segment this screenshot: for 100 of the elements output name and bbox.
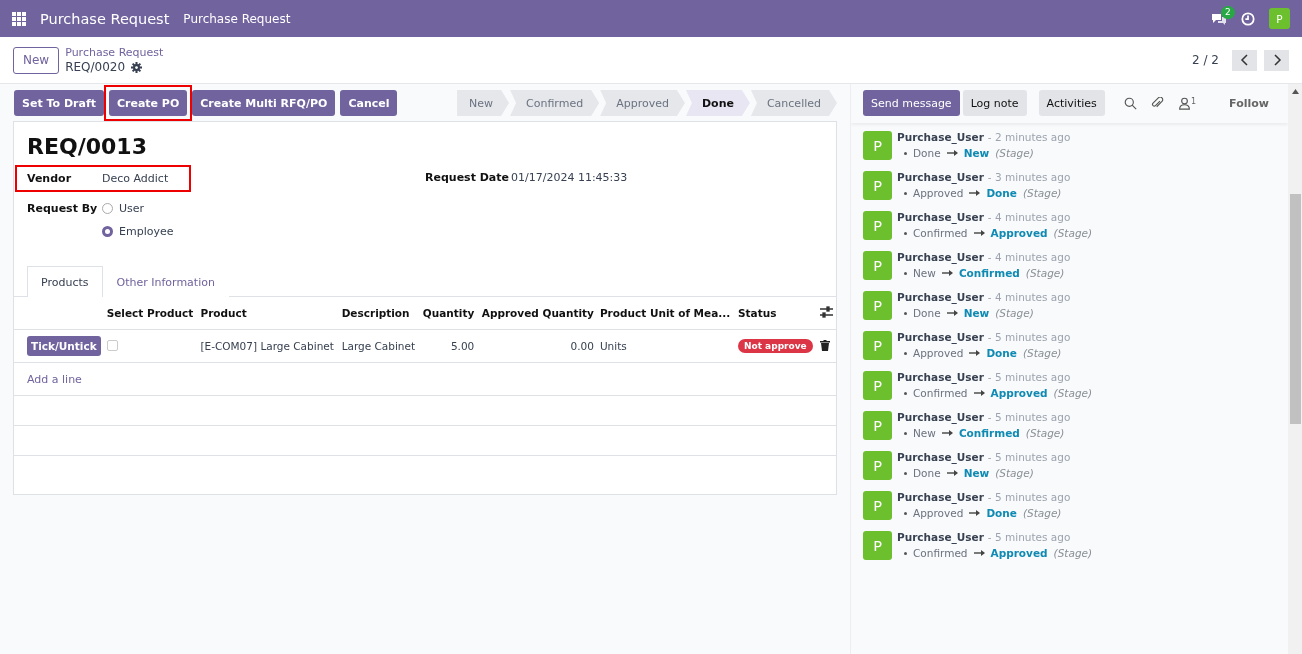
field-name: (Stage) [1022, 347, 1062, 359]
new-value: Done [986, 347, 1017, 359]
author-avatar: P [863, 371, 892, 400]
follow-button[interactable]: Follow [1223, 95, 1275, 111]
chatter-button[interactable]: Send message [863, 90, 960, 116]
scrollbar[interactable] [1288, 84, 1302, 654]
action-button[interactable]: Cancel [340, 90, 398, 116]
author-name[interactable]: Purchase_User [897, 211, 984, 223]
arrow-icon [941, 270, 953, 276]
clock-icon[interactable] [1241, 11, 1255, 26]
scroll-up-icon[interactable] [1291, 89, 1299, 94]
new-value: Done [986, 187, 1017, 199]
author-name[interactable]: Purchase_User [897, 531, 984, 543]
column-header[interactable]: Approved Quantity [477, 297, 597, 330]
field-label: Vendor [27, 172, 73, 185]
paperclip-icon[interactable] [1151, 96, 1164, 110]
column-header[interactable]: Quantity [419, 297, 478, 330]
add-line-link[interactable]: Add a line [27, 372, 82, 386]
search-icon[interactable] [1124, 96, 1137, 110]
author-name[interactable]: Purchase_User [897, 291, 984, 303]
arrow-icon [973, 230, 985, 236]
pager-count: 2 / 2 [1192, 53, 1219, 67]
author-name[interactable]: Purchase_User [897, 331, 984, 343]
old-value: New [913, 427, 936, 439]
arrow-icon [941, 430, 953, 436]
breadcrumb-link[interactable]: Purchase Request [65, 45, 164, 60]
old-value: Done [913, 307, 941, 319]
field-label: Request Date [425, 171, 510, 184]
status-badge: Not approve [737, 339, 813, 353]
bullet-icon [904, 351, 907, 355]
trash-icon[interactable] [819, 339, 830, 351]
author-name[interactable]: Purchase_User [897, 411, 984, 423]
arrow-icon [973, 390, 985, 396]
new-value: Approved [990, 227, 1048, 239]
next-button[interactable] [1264, 49, 1289, 71]
author-name[interactable]: Purchase_User [897, 371, 984, 383]
old-value: Approved [913, 507, 964, 519]
tick-untick-button[interactable]: Tick/Untick [27, 336, 101, 356]
new-value: Confirmed [958, 427, 1020, 439]
chat-icon[interactable] [1211, 11, 1227, 26]
table-cell: 0.00 [477, 329, 597, 363]
old-value: Done [913, 147, 941, 159]
message-time: - 4 minutes ago [987, 251, 1071, 263]
apps-grid-icon[interactable] [12, 11, 26, 26]
stage-step[interactable]: Cancelled [750, 90, 837, 116]
message-time: - 5 minutes ago [987, 531, 1071, 543]
bullet-icon [904, 551, 907, 555]
author-avatar: P [863, 171, 892, 200]
stage-step[interactable]: New [457, 90, 510, 116]
previous-button[interactable] [1232, 49, 1257, 71]
action-button[interactable]: Create Multi RFQ/PO [192, 90, 336, 116]
tab[interactable]: Products [27, 266, 103, 297]
old-value: Approved [913, 347, 964, 359]
author-name[interactable]: Purchase_User [897, 171, 984, 183]
message-count-badge: 2 [1221, 5, 1235, 19]
stage-step[interactable]: Confirmed [510, 90, 600, 116]
new-button[interactable]: New [13, 46, 60, 74]
bullet-icon [904, 231, 907, 235]
message-time: - 5 minutes ago [987, 491, 1071, 503]
action-button[interactable]: Create PO [108, 90, 188, 116]
table-cell: [E-COM07] Large Cabinet [197, 329, 339, 363]
stage-step[interactable]: Done [685, 90, 750, 116]
arrow-icon [946, 470, 958, 476]
bullet-icon [904, 511, 907, 515]
column-header[interactable]: Status [734, 297, 817, 330]
chatter-button[interactable]: Activities [1038, 90, 1105, 116]
author-name[interactable]: Purchase_User [897, 451, 984, 463]
author-name[interactable]: Purchase_User [897, 131, 984, 143]
column-header[interactable]: Description [338, 297, 420, 330]
column-header[interactable]: Select Product [103, 297, 198, 330]
author-avatar: P [863, 451, 892, 480]
field-name: (Stage) [995, 147, 1034, 159]
arrow-icon [973, 550, 985, 556]
field-name: (Stage) [1025, 427, 1065, 439]
chatter-button[interactable]: Log note [962, 90, 1027, 116]
menu-item[interactable]: Purchase Request [183, 11, 291, 26]
new-value: Confirmed [958, 267, 1020, 279]
message-time: - 5 minutes ago [987, 451, 1071, 463]
author-name[interactable]: Purchase_User [897, 491, 984, 503]
new-value: New [963, 467, 990, 479]
author-avatar: P [863, 411, 892, 440]
message-time: - 5 minutes ago [987, 371, 1071, 383]
author-name[interactable]: Purchase_User [897, 251, 984, 263]
field-name: (Stage) [1025, 267, 1065, 279]
field-label: Request By [27, 202, 99, 215]
select-checkbox[interactable] [106, 339, 118, 351]
column-settings-icon[interactable] [819, 306, 833, 318]
gear-icon[interactable] [131, 62, 143, 73]
request-date-value[interactable]: 01/17/2024 11:45:33 [511, 171, 628, 184]
column-header[interactable]: Product [197, 297, 339, 330]
radio-button[interactable] [102, 203, 113, 214]
vendor-value[interactable]: Deco Addict [102, 172, 169, 185]
action-button[interactable]: Set To Draft [14, 90, 104, 116]
field-name: (Stage) [1053, 387, 1093, 399]
radio-button[interactable] [102, 226, 113, 237]
author-avatar: P [863, 531, 892, 560]
bullet-icon [904, 151, 907, 155]
column-header[interactable]: Product Unit of Mea... [596, 297, 735, 330]
stage-step[interactable]: Approved [600, 90, 685, 116]
person-icon[interactable] [1178, 96, 1191, 110]
